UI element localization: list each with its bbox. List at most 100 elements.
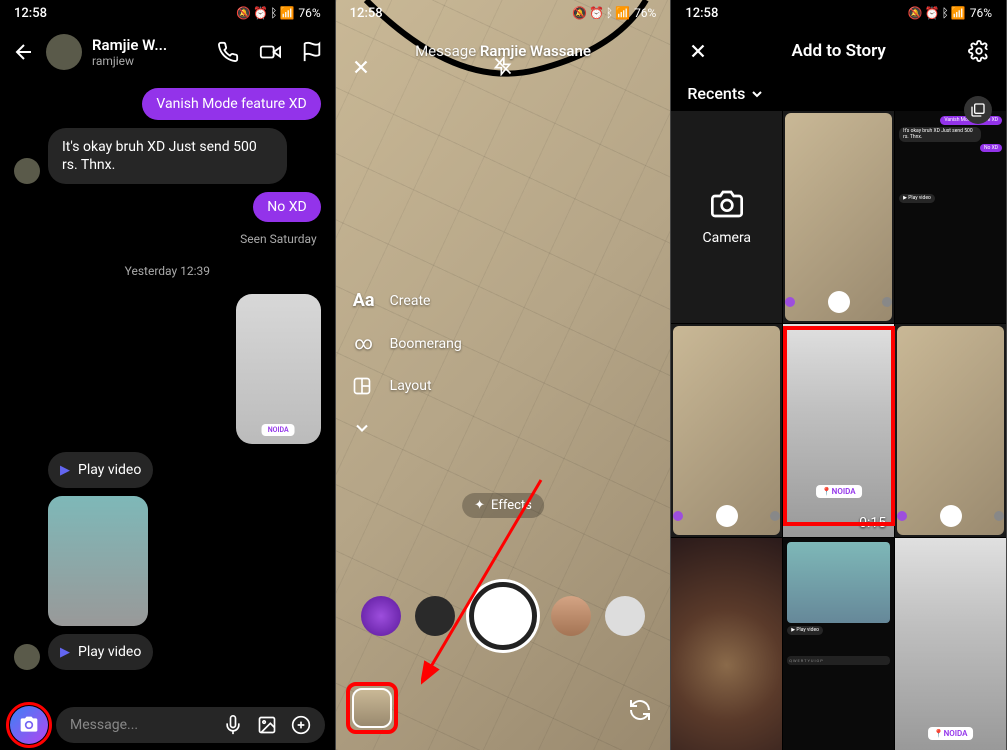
close-button[interactable] — [350, 56, 372, 78]
play-icon: ▶ — [60, 463, 70, 478]
media-item[interactable] — [671, 324, 782, 536]
noida-badge: 📍NOIDA — [928, 727, 974, 740]
chevron-down-icon — [749, 86, 765, 102]
mic-icon[interactable] — [223, 715, 243, 735]
shutter-button[interactable] — [469, 582, 537, 650]
contact-name: Ramjie W... — [92, 36, 207, 54]
chevron-down-icon — [352, 418, 376, 438]
recents-dropdown[interactable]: Recents — [671, 76, 1006, 111]
effect-option[interactable] — [361, 596, 401, 636]
video-call-button[interactable] — [259, 41, 281, 63]
battery-text: 76% — [634, 6, 656, 20]
tool-create[interactable]: Aa Create — [352, 290, 462, 311]
signal-icon: 📶 — [951, 6, 966, 20]
media-item[interactable]: 📍NOIDA — [895, 538, 1006, 750]
status-right: 🔕 ⏰ ᛒ 📶 76% — [236, 6, 320, 20]
bell-off-icon: 🔕 — [236, 6, 251, 20]
message-avatar[interactable] — [14, 644, 40, 670]
status-icons: 🔕 ⏰ ᛒ 📶 — [236, 6, 294, 20]
shutter-row — [336, 582, 671, 650]
message-sent[interactable]: No XD — [253, 192, 320, 222]
contact-name-block[interactable]: Ramjie W... ramjiew — [92, 36, 207, 68]
alarm-icon: ⏰ — [589, 6, 604, 20]
flash-toggle[interactable] — [493, 56, 513, 76]
media-item[interactable] — [783, 111, 894, 323]
multi-select-button[interactable] — [964, 96, 992, 124]
play-icon: ▶ — [60, 645, 70, 660]
chat-header: Ramjie W... ramjiew — [0, 26, 335, 78]
message-received[interactable]: It's okay bruh XD Just send 500 rs. Thnx… — [48, 128, 287, 184]
status-time: 12:58 — [14, 6, 47, 21]
effect-option[interactable] — [605, 596, 645, 636]
tool-label: Boomerang — [390, 336, 462, 352]
effects-button[interactable]: ✦ Effects — [462, 493, 544, 518]
media-item[interactable]: 📍NOIDA 0:15 — [783, 324, 894, 536]
bluetooth-icon: ᛒ — [942, 6, 949, 20]
image-icon[interactable] — [257, 715, 277, 735]
message-input[interactable]: Message... — [56, 707, 325, 743]
video-duration: 0:15 — [859, 515, 886, 531]
play-video-label: Play video — [78, 462, 141, 478]
status-right: 🔕 ⏰ ᛒ 📶 76% — [572, 6, 656, 20]
status-icons: 🔕 ⏰ ᛒ 📶 — [908, 6, 966, 20]
media-grid[interactable]: Camera Vanish Mode feature XD It's okay … — [671, 111, 1006, 750]
effect-option[interactable] — [551, 596, 591, 636]
tool-boomerang[interactable]: ∞ Boomerang — [352, 333, 462, 354]
plus-icon[interactable] — [291, 715, 311, 735]
highlight-ring — [6, 702, 52, 748]
contact-avatar[interactable] — [46, 34, 82, 70]
status-time: 12:58 — [685, 6, 718, 21]
camera-tile[interactable]: Camera — [671, 111, 782, 323]
media-item[interactable]: Vanish Mode feature XD It's okay bruh XD… — [895, 111, 1006, 323]
play-video-label: Play video — [78, 644, 141, 660]
status-icons: 🔕 ⏰ ᛒ 📶 — [572, 6, 630, 20]
screen-camera: 12:58 🔕 ⏰ ᛒ 📶 76% Message Ramjie Wassane… — [336, 0, 672, 750]
audio-call-button[interactable] — [217, 41, 239, 63]
video-preview-thumb[interactable] — [48, 496, 148, 626]
day-divider: Yesterday 12:39 — [14, 264, 321, 278]
settings-button[interactable] — [968, 40, 990, 62]
status-bar: 12:58 🔕 ⏰ ᛒ 📶 76% — [0, 0, 335, 26]
video-thumbnail[interactable]: NOIDA — [236, 294, 321, 444]
battery-text: 76% — [298, 6, 320, 20]
noida-badge: NOIDA — [262, 424, 295, 436]
close-button[interactable] — [687, 40, 709, 62]
recents-label: Recents — [687, 84, 745, 103]
media-item[interactable] — [895, 324, 1006, 536]
signal-icon: 📶 — [615, 6, 630, 20]
alarm-icon: ⏰ — [253, 6, 268, 20]
camera-button[interactable] — [10, 706, 48, 744]
camera-tile-label: Camera — [703, 230, 752, 246]
chat-body[interactable]: Vanish Mode feature XD It's okay bruh XD… — [0, 78, 335, 700]
status-bar: 12:58 🔕 ⏰ ᛒ 📶 76% — [336, 0, 671, 26]
play-video-button[interactable]: ▶ Play video — [48, 452, 153, 488]
alarm-icon: ⏰ — [925, 6, 940, 20]
bell-off-icon: 🔕 — [572, 6, 587, 20]
tool-expand[interactable] — [352, 418, 462, 438]
contact-username: ramjiew — [92, 54, 207, 68]
effects-label: Effects — [491, 498, 532, 513]
flag-button[interactable] — [301, 41, 323, 63]
effect-option[interactable] — [415, 596, 455, 636]
tool-label: Create — [390, 293, 431, 309]
back-button[interactable] — [12, 40, 36, 64]
text-icon: Aa — [352, 290, 376, 311]
tool-layout[interactable]: Layout — [352, 376, 462, 396]
message-avatar[interactable] — [14, 158, 40, 184]
infinity-icon: ∞ — [352, 333, 376, 354]
gallery-button[interactable] — [352, 688, 392, 728]
message-sent[interactable]: Vanish Mode feature XD — [142, 88, 320, 120]
battery-text: 76% — [970, 6, 992, 20]
screen-add-story: 12:58 🔕 ⏰ ᛒ 📶 76% Add to Story Recents — [671, 0, 1007, 750]
tool-label: Layout — [390, 378, 432, 394]
status-bar: 12:58 🔕 ⏰ ᛒ 📶 76% — [671, 0, 1006, 26]
bell-off-icon: 🔕 — [908, 6, 923, 20]
status-time: 12:58 — [350, 6, 383, 21]
media-item[interactable] — [671, 538, 782, 750]
switch-camera-button[interactable] — [628, 698, 652, 722]
page-title: Add to Story — [792, 41, 886, 61]
play-video-button[interactable]: ▶ Play video — [48, 634, 153, 670]
media-item[interactable]: ▶ Play video Q W E R T Y U I O P — [783, 538, 894, 750]
status-right: 🔕 ⏰ ᛒ 📶 76% — [908, 6, 992, 20]
story-header: Add to Story — [671, 26, 1006, 76]
